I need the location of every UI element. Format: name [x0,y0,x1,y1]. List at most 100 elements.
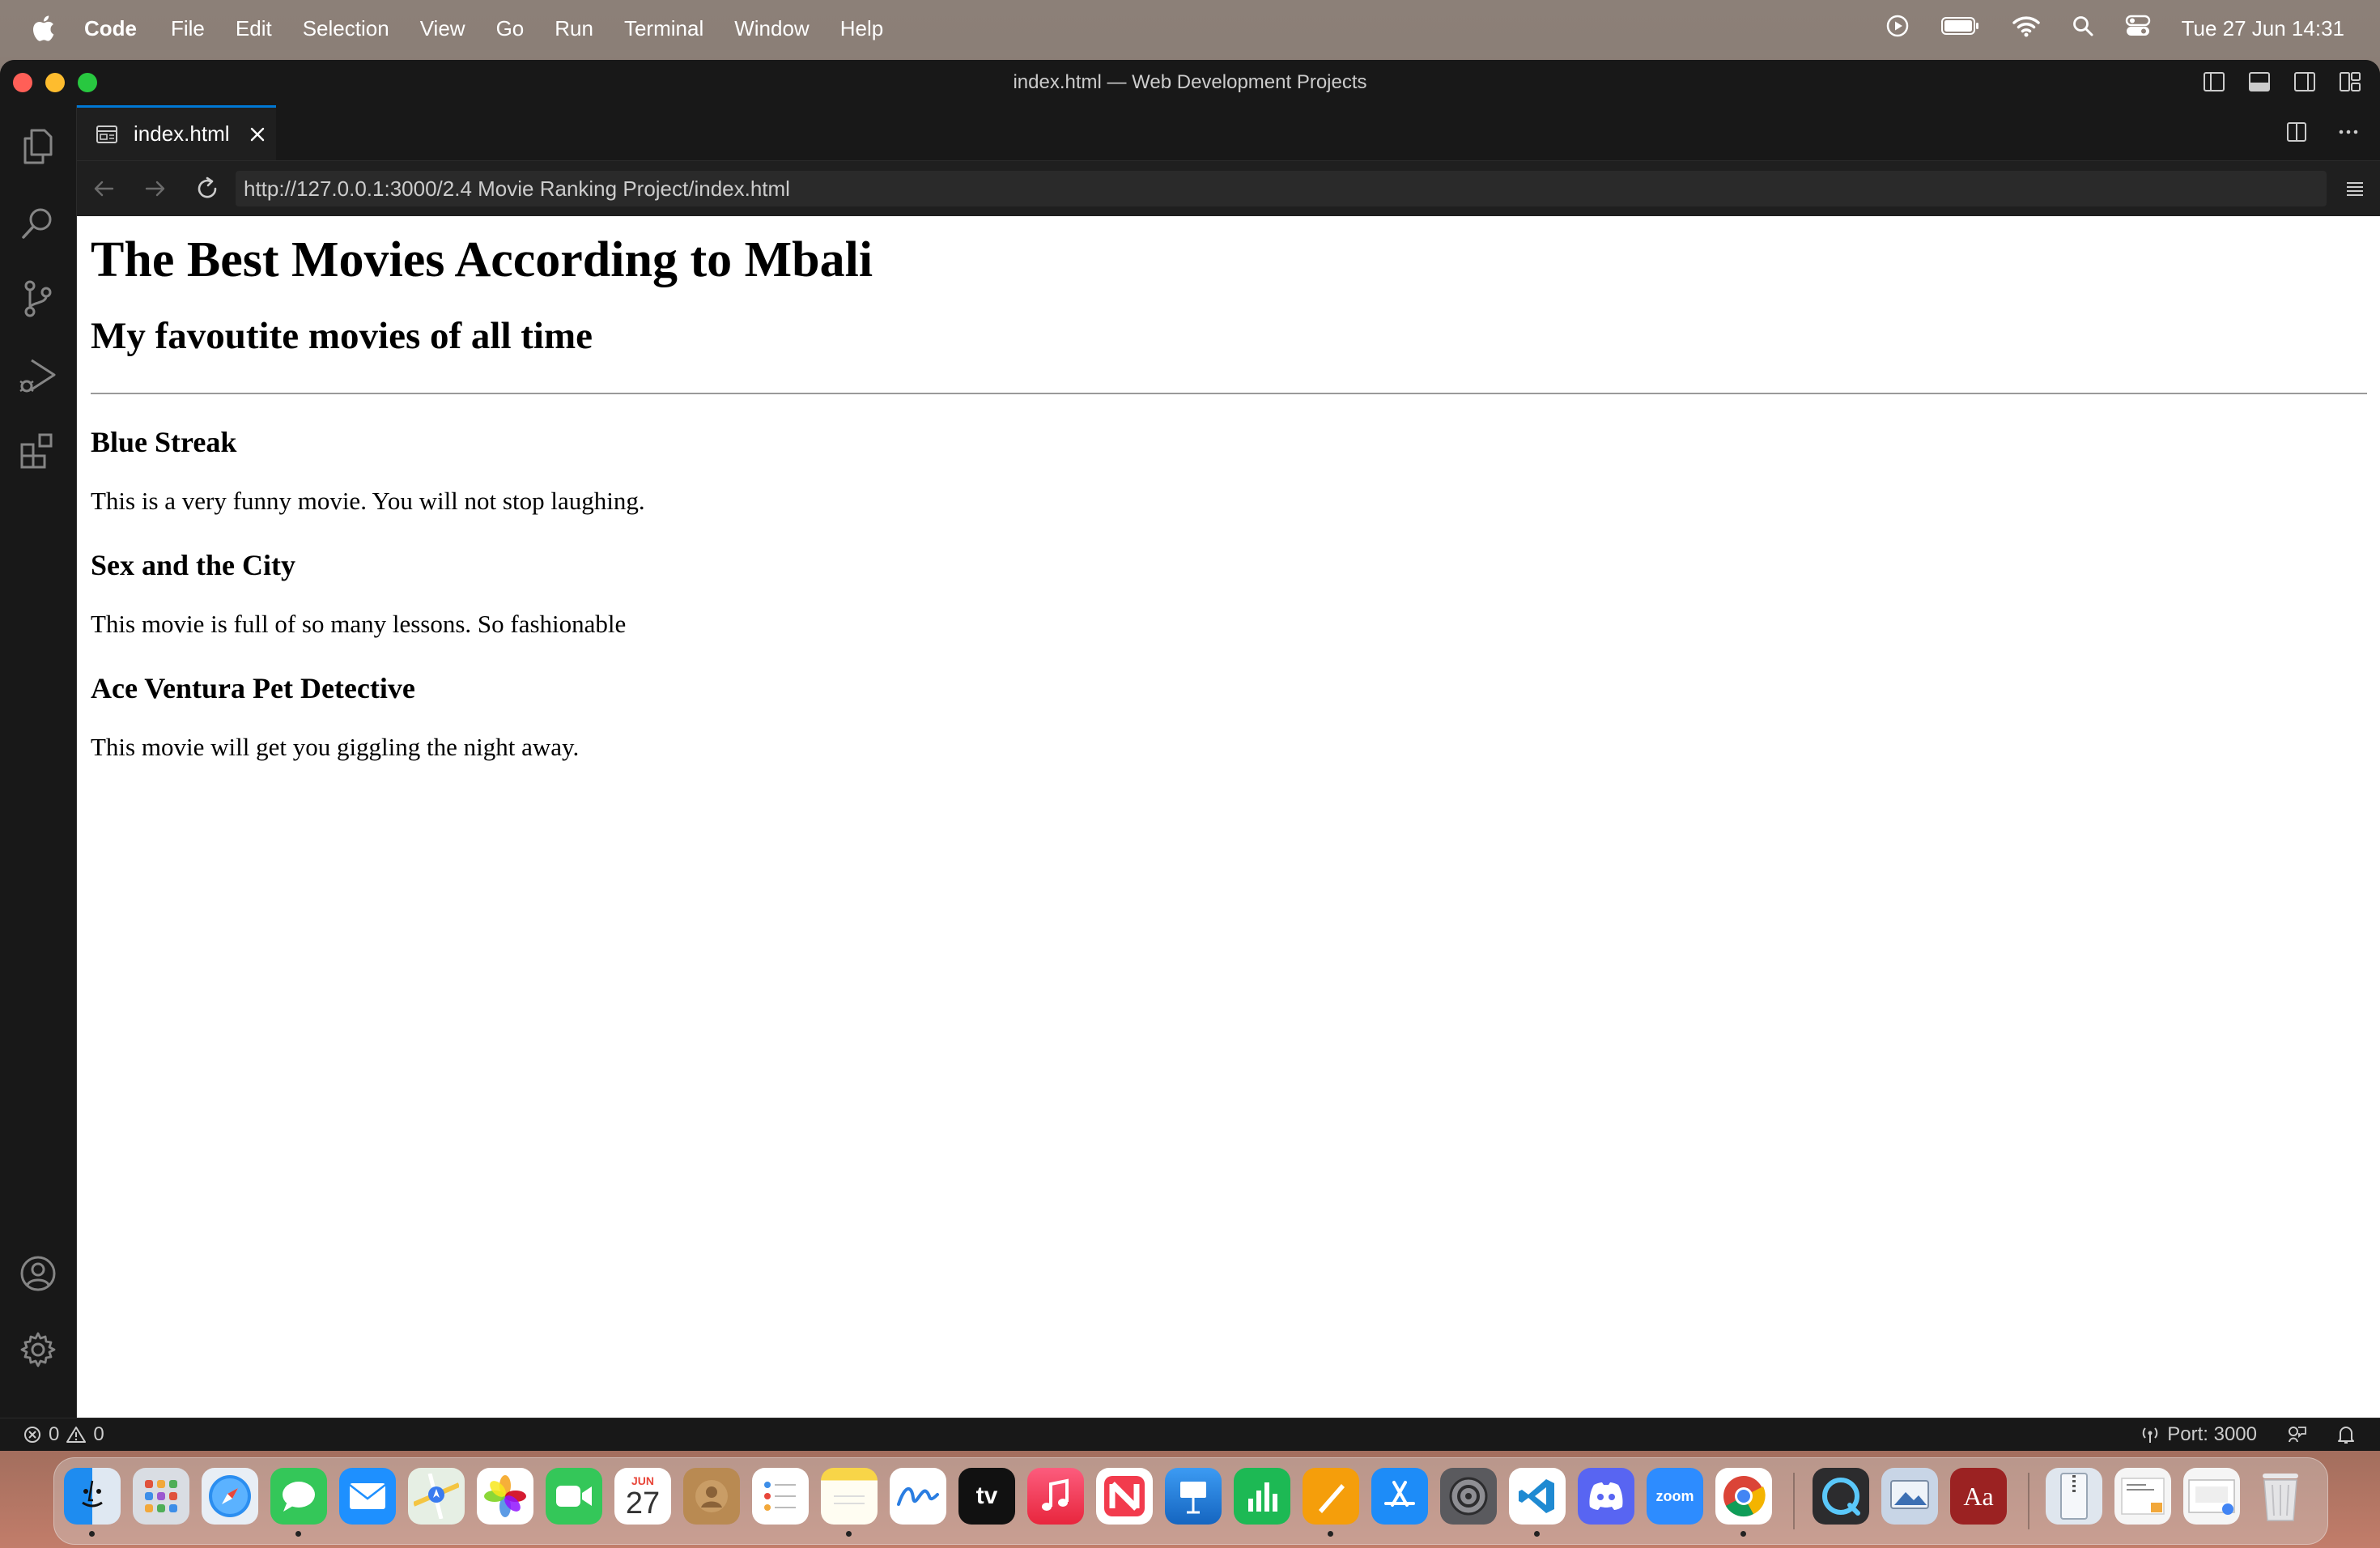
menu-view[interactable]: View [420,16,465,41]
wifi-icon[interactable] [2012,15,2041,43]
run-and-debug-icon[interactable] [16,353,60,397]
toggle-primary-sidebar-icon[interactable] [2200,68,2228,96]
play-status-icon[interactable] [1885,14,1910,44]
menu-run[interactable]: Run [555,16,593,41]
forward-arrow-icon[interactable] [142,175,169,202]
menu-terminal[interactable]: Terminal [624,16,703,41]
back-arrow-icon[interactable] [90,175,117,202]
spotlight-search-icon[interactable] [2072,15,2094,43]
notifications-bell-icon[interactable] [2336,1424,2356,1445]
dock-separator [1793,1473,1795,1529]
running-indicator [1740,1531,1746,1537]
warning-count: 0 [93,1423,104,1445]
document-thumbnail-icon[interactable] [2114,1468,2171,1525]
photos-icon[interactable] [477,1468,533,1525]
status-bar: 0 0 Port: 3000 [0,1418,2380,1451]
error-icon [24,1427,40,1443]
toggle-secondary-sidebar-icon[interactable] [2291,68,2318,96]
mail-icon[interactable] [339,1468,396,1525]
live-server-port[interactable]: Port: 3000 [2140,1423,2257,1446]
editor-tabs: index.html [77,105,2380,161]
app-store-icon[interactable] [1371,1468,1428,1525]
preview-app-icon[interactable] [1881,1468,1938,1525]
movie-description: This is a very funny movie. You will not… [91,487,645,515]
vscode-dock-icon[interactable] [1509,1468,1566,1525]
customize-layout-icon[interactable] [2336,68,2364,96]
menu-go[interactable]: Go [496,16,525,41]
calendar-month: JUN [631,1474,654,1487]
url-input[interactable]: http://127.0.0.1:3000/2.4 Movie Ranking … [236,171,2327,206]
menu-app-name[interactable]: Code [84,16,137,41]
window-title: index.html — Web Development Projects [1013,71,1367,93]
browser-menu-icon[interactable] [2341,175,2369,202]
calendar-icon[interactable]: JUN 27 [614,1468,671,1525]
quicktime-icon[interactable] [1813,1468,1869,1525]
accounts-icon[interactable] [16,1252,60,1295]
downloads-stack-icon[interactable] [2183,1468,2240,1525]
numbers-icon[interactable] [1234,1468,1290,1525]
facetime-icon[interactable] [546,1468,602,1525]
title-bar: index.html — Web Development Projects [0,60,2380,106]
menu-selection[interactable]: Selection [303,16,389,41]
menu-help[interactable]: Help [840,16,883,41]
extensions-icon[interactable] [16,429,60,473]
discord-icon[interactable] [1578,1468,1634,1525]
running-indicator [1534,1531,1540,1537]
keynote-icon[interactable] [1165,1468,1222,1525]
control-center-icon[interactable] [2125,15,2151,43]
browser-toolbar: http://127.0.0.1:3000/2.4 Movie Ranking … [77,161,2380,216]
news-icon[interactable] [1096,1468,1153,1525]
reminders-icon[interactable] [752,1468,809,1525]
contacts-icon[interactable] [683,1468,740,1525]
battery-icon[interactable] [1940,15,1981,42]
maps-icon[interactable] [408,1468,465,1525]
running-indicator [1328,1531,1333,1537]
movie-title: Ace Ventura Pet Detective [91,672,415,704]
source-control-icon[interactable] [16,277,60,321]
menu-file[interactable]: File [171,16,205,41]
system-settings-icon[interactable] [1440,1468,1497,1525]
split-editor-icon[interactable] [2283,118,2310,146]
running-indicator [295,1531,301,1537]
search-icon[interactable] [16,201,60,245]
port-label: Port: 3000 [2167,1423,2257,1445]
dictionary-icon[interactable]: Aa [1950,1468,2007,1525]
chrome-icon[interactable] [1715,1468,1772,1525]
freeform-icon[interactable] [890,1468,946,1525]
movie-description: This movie is full of so many lessons. S… [91,610,627,638]
movie-title: Sex and the City [91,549,296,581]
messages-icon[interactable] [270,1468,327,1525]
movie-description: This movie will get you giggling the nig… [91,733,580,761]
feedback-icon[interactable] [2286,1424,2307,1445]
apple-icon[interactable] [28,13,58,44]
trash-icon[interactable] [2252,1468,2309,1525]
explorer-icon[interactable] [16,125,60,168]
music-icon[interactable] [1027,1468,1084,1525]
reload-icon[interactable] [193,175,221,202]
manage-gear-icon[interactable] [16,1328,60,1372]
tab-index-html[interactable]: index.html [77,105,276,160]
horizontal-rule [91,393,2367,394]
pages-icon[interactable] [1303,1468,1359,1525]
page-subtitle: My favoutite movies of all time [91,315,593,357]
zip-file-icon[interactable] [2046,1468,2102,1525]
calendar-day: 27 [625,1486,661,1520]
error-count: 0 [49,1423,60,1445]
zoom-icon[interactable]: zoom [1647,1468,1703,1525]
tab-label: index.html [134,121,230,146]
apple-tv-icon[interactable]: tv [958,1468,1015,1525]
menu-window[interactable]: Window [734,16,809,41]
launchpad-icon[interactable] [133,1468,189,1525]
problems-indicator[interactable]: 0 0 [23,1423,104,1446]
menu-edit[interactable]: Edit [236,16,272,41]
close-icon[interactable] [246,123,269,146]
toggle-panel-icon[interactable] [2246,68,2273,96]
activity-bar [0,105,77,1418]
finder-icon[interactable] [64,1468,121,1525]
tv-label: tv [975,1482,998,1509]
more-actions-icon[interactable] [2335,118,2362,146]
safari-icon[interactable] [202,1468,258,1525]
menu-clock[interactable]: Tue 27 Jun 14:31 [2182,16,2344,41]
warning-icon [66,1427,87,1443]
notes-icon[interactable] [821,1468,878,1525]
